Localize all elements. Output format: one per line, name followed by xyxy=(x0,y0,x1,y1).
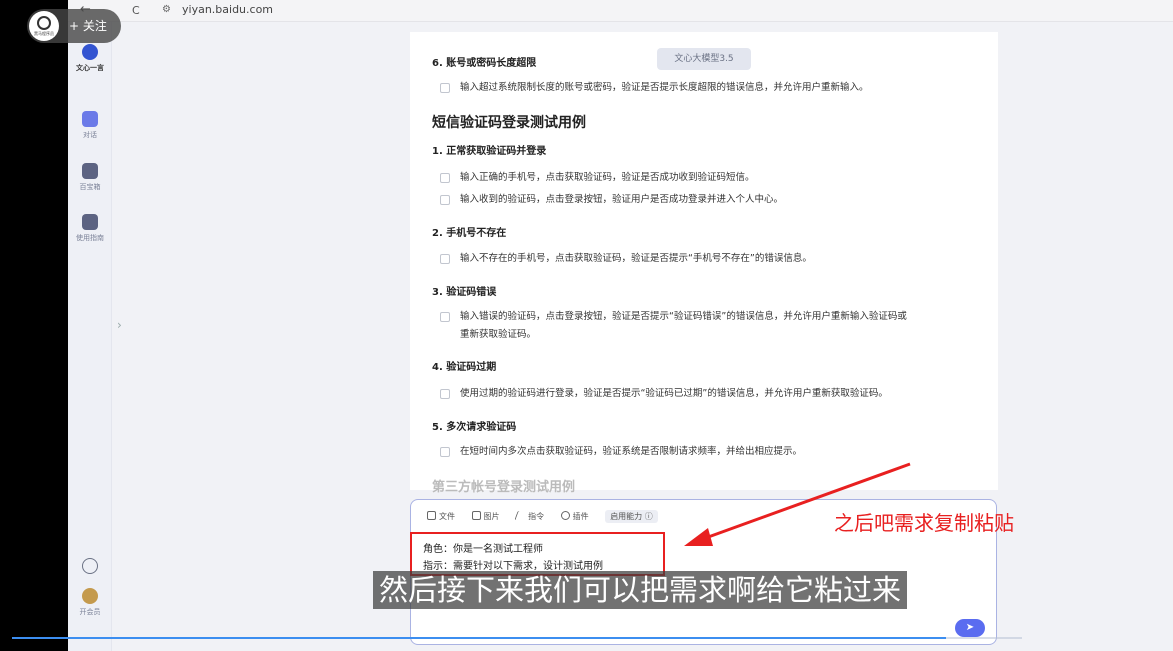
case-5-title: 5. 多次请求验证码 xyxy=(432,422,517,433)
site-settings-icon[interactable]: ⚙ xyxy=(162,4,171,15)
rail-item-message[interactable] xyxy=(68,558,112,574)
case-3-title: 3. 验证码错误 xyxy=(432,287,497,298)
command-tool-button[interactable]: 指令 xyxy=(514,511,544,522)
chat-icon xyxy=(82,111,98,127)
annotation-text: 之后吧需求复制粘贴 xyxy=(834,511,1014,535)
file-icon xyxy=(427,511,436,520)
input-toolbar: 文件 图片 指令 插件 启用能力 ⓘ xyxy=(427,510,658,523)
message-icon xyxy=(82,558,98,574)
send-button[interactable]: ➤ xyxy=(955,619,985,637)
case-2-item-1: 输入不存在的手机号，点击获取验证码，验证是否提示“手机号不存在”的错误信息。 xyxy=(440,251,980,267)
video-progress-fill xyxy=(12,637,947,639)
case-4-title: 4. 验证码过期 xyxy=(432,362,497,373)
url-text[interactable]: yiyan.baidu.com xyxy=(182,3,273,16)
checkbox[interactable] xyxy=(440,312,450,322)
follow-badge[interactable]: 黑马程序员 + 关注 xyxy=(27,9,121,43)
checkbox[interactable] xyxy=(440,389,450,399)
model-chip[interactable]: 文心大模型3.5 xyxy=(657,48,751,70)
vip-icon xyxy=(82,588,98,604)
command-icon xyxy=(514,511,527,520)
channel-logo-icon xyxy=(37,16,51,30)
plugin-tool-button[interactable]: 插件 xyxy=(560,511,589,522)
video-letterbox-left xyxy=(0,0,68,651)
toolbox-icon xyxy=(82,163,98,179)
rail-label-guide: 使用指南 xyxy=(76,234,104,242)
info-icon: ⓘ xyxy=(644,512,653,521)
faded-next-heading: 第三方帐号登录测试用例 xyxy=(432,480,576,495)
rail-item-chat[interactable]: 对话 xyxy=(68,111,112,140)
follow-label: + 关注 xyxy=(69,19,107,33)
case-4-item-1: 使用过期的验证码进行登录，验证是否提示“验证码已过期”的错误信息，并允许用户重新… xyxy=(440,386,980,402)
case-2-title: 2. 手机号不存在 xyxy=(432,228,507,239)
rail-label-home: 文心一言 xyxy=(76,64,104,72)
response-document: 文心大模型3.5 6. 账号或密码长度超限 输入超过系统限制长度的账号或密码，验… xyxy=(410,32,998,495)
rail-item-home[interactable]: 文心一言 xyxy=(68,44,112,73)
channel-logo: 黑马程序员 xyxy=(29,11,59,41)
left-rail: 文心一言 对话 百宝箱 使用指南 开会员 xyxy=(68,22,112,651)
rail-item-guide[interactable]: 使用指南 xyxy=(68,214,112,243)
case-1-title: 1. 正常获取验证码并登录 xyxy=(432,146,547,157)
image-tool-button[interactable]: 图片 xyxy=(471,511,500,522)
rail-label-toolbox: 百宝箱 xyxy=(79,183,101,191)
video-progress-bar[interactable] xyxy=(12,637,1022,639)
checkbox[interactable] xyxy=(440,254,450,264)
rail-item-vip[interactable]: 开会员 xyxy=(68,588,112,617)
image-icon xyxy=(471,511,481,520)
video-subtitle: 然后接下来我们可以把需求啊给它粘过来 xyxy=(373,571,908,609)
prev-case-item: 输入超过系统限制长度的账号或密码，验证是否提示长度超限的错误信息，并允许用户重新… xyxy=(440,80,980,96)
checkbox[interactable] xyxy=(440,83,450,93)
yiyan-logo-icon xyxy=(82,44,98,60)
case-1-item-2: 输入收到的验证码，点击登录按钮，验证用户是否成功登录并进入个人中心。 xyxy=(440,192,980,208)
plugin-icon xyxy=(560,511,570,520)
checkbox[interactable] xyxy=(440,173,450,183)
section-title: 短信验证码登录测试用例 xyxy=(432,115,586,131)
reload-button[interactable]: C xyxy=(132,4,140,17)
ability-toggle[interactable]: 启用能力 ⓘ xyxy=(605,510,658,523)
prev-case-heading: 6. 账号或密码长度超限 xyxy=(432,58,537,69)
annotation-highlight-box xyxy=(410,532,665,576)
checkbox[interactable] xyxy=(440,447,450,457)
guide-icon xyxy=(82,214,98,230)
case-3-item-1: 输入错误的验证码，点击登录按钮，验证是否提示“验证码错误”的错误信息，并允许用户… xyxy=(440,309,980,325)
checkbox[interactable] xyxy=(440,195,450,205)
send-icon: ➤ xyxy=(965,622,975,633)
rail-label-vip: 开会员 xyxy=(79,608,101,616)
rail-item-toolbox[interactable]: 百宝箱 xyxy=(68,163,112,192)
address-bar: ← C ⚙ yiyan.baidu.com xyxy=(68,0,1173,22)
case-3-item-1-cont: 重新获取验证码。 xyxy=(460,329,537,340)
file-tool-button[interactable]: 文件 xyxy=(427,511,455,522)
case-1-item-1: 输入正确的手机号，点击获取验证码，验证是否成功收到验证码短信。 xyxy=(440,170,980,186)
expand-sidebar-icon[interactable]: › xyxy=(117,318,122,332)
case-5-item-1: 在短时间内多次点击获取验证码，验证系统是否限制请求频率，并给出相应提示。 xyxy=(440,444,980,460)
rail-label-chat: 对话 xyxy=(83,131,97,139)
